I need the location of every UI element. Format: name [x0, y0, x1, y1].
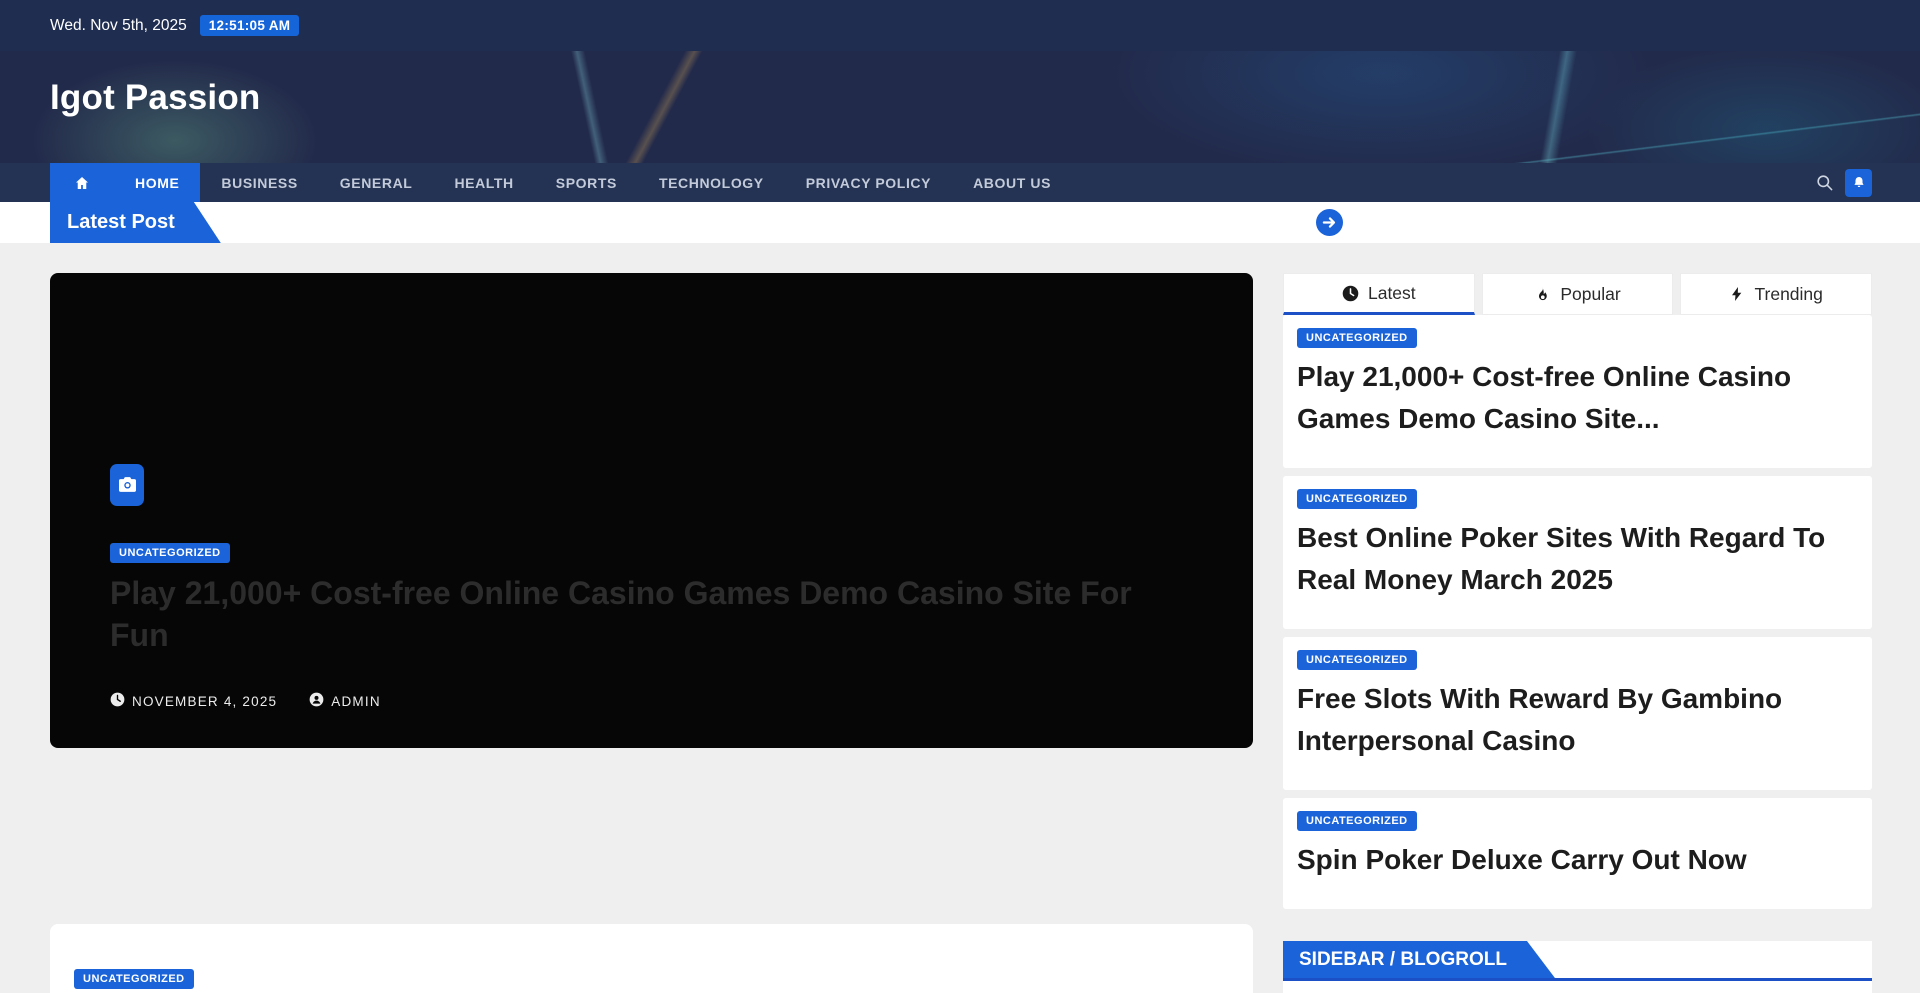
category-badge[interactable]: UNCATEGORIZED	[74, 969, 194, 989]
nav-right-icons	[1815, 163, 1872, 202]
category-badge[interactable]: UNCATEGORIZED	[110, 543, 230, 563]
bolt-icon	[1729, 286, 1745, 302]
search-icon[interactable]	[1815, 173, 1834, 192]
sidebar-post-card: UNCATEGORIZED Spin Poker Deluxe Carry Ou…	[1283, 798, 1872, 909]
main-content: UNCATEGORIZED Play 21,000+ Cost-free Onl…	[0, 243, 1920, 993]
nav-item[interactable]: HOME	[114, 163, 200, 202]
sidebar-post-title[interactable]: Best Online Poker Sites With Regard To R…	[1297, 517, 1858, 601]
sidebar-post-card: UNCATEGORIZED Play 21,000+ Cost-free Onl…	[1283, 315, 1872, 468]
category-badge[interactable]: UNCATEGORIZED	[1297, 328, 1417, 348]
sidebar-post-title[interactable]: Free Slots With Reward By Gambino Interp…	[1297, 678, 1858, 762]
featured-post-content: UNCATEGORIZED Play 21,000+ Cost-free Onl…	[110, 464, 1193, 710]
featured-post-meta: NOVEMBER 4, 2025 ADMIN	[110, 692, 1193, 710]
sidebar-post-card: UNCATEGORIZED Best Online Poker Sites Wi…	[1283, 476, 1872, 629]
header-banner: Igot Passion	[0, 51, 1920, 163]
category-badge[interactable]: UNCATEGORIZED	[1297, 811, 1417, 831]
category-badge[interactable]: UNCATEGORIZED	[1297, 650, 1417, 670]
featured-post-title[interactable]: Play 21,000+ Cost-free Online Casino Gam…	[110, 572, 1190, 656]
flame-icon	[1534, 286, 1551, 303]
tab-trending[interactable]: Trending	[1680, 273, 1872, 315]
clock-icon	[1342, 285, 1359, 302]
camera-icon	[110, 464, 144, 506]
bell-icon[interactable]	[1845, 169, 1872, 197]
arrow-right-icon[interactable]	[1316, 209, 1343, 236]
blogroll-widget: SIDEBAR / BLOGROLL	[1283, 941, 1872, 993]
latest-post-ticker: Latest Post	[0, 202, 1920, 243]
current-date: Wed. Nov 5th, 2025	[50, 17, 187, 35]
page: Wed. Nov 5th, 2025 12:51:05 AM Igot Pass…	[0, 0, 1920, 993]
nav-item[interactable]: GENERAL	[319, 163, 434, 202]
sidebar-tabs: Latest Popular Trending	[1283, 273, 1872, 315]
nav-item[interactable]: SPORTS	[535, 163, 638, 202]
person-icon	[309, 692, 324, 710]
nav-item[interactable]: HEALTH	[433, 163, 534, 202]
home-icon	[74, 175, 90, 191]
current-time-badge: 12:51:05 AM	[200, 15, 300, 36]
nav-item[interactable]: ABOUT US	[952, 163, 1072, 202]
topbar: Wed. Nov 5th, 2025 12:51:05 AM	[0, 0, 1920, 51]
nav-item[interactable]: PRIVACY POLICY	[785, 163, 952, 202]
featured-post-card: UNCATEGORIZED Play 21,000+ Cost-free Onl…	[50, 273, 1253, 748]
sidebar-post-title[interactable]: Play 21,000+ Cost-free Online Casino Gam…	[1297, 356, 1858, 440]
sidebar-post-card: UNCATEGORIZED Free Slots With Reward By …	[1283, 637, 1872, 790]
widget-header: SIDEBAR / BLOGROLL	[1283, 941, 1872, 981]
next-post-card: UNCATEGORIZED	[50, 924, 1253, 993]
main-nav: HOME BUSINESS GENERAL HEALTH SPORTS TECH…	[0, 163, 1920, 202]
latest-post-ribbon: Latest Post	[50, 202, 221, 243]
nav-item[interactable]: BUSINESS	[200, 163, 318, 202]
nav-item[interactable]: TECHNOLOGY	[638, 163, 785, 202]
post-date: NOVEMBER 4, 2025	[110, 692, 277, 710]
tab-latest[interactable]: Latest	[1283, 273, 1475, 315]
widget-title-ribbon: SIDEBAR / BLOGROLL	[1283, 941, 1555, 978]
category-badge[interactable]: UNCATEGORIZED	[1297, 489, 1417, 509]
sidebar: Latest Popular Trending UNCATEG	[1283, 273, 1872, 993]
home-icon-link[interactable]	[50, 163, 114, 202]
sidebar-post-title[interactable]: Spin Poker Deluxe Carry Out Now	[1297, 839, 1858, 881]
post-author[interactable]: ADMIN	[309, 692, 381, 710]
clock-icon	[110, 692, 125, 710]
primary-column: UNCATEGORIZED Play 21,000+ Cost-free Onl…	[50, 273, 1253, 993]
site-title[interactable]: Igot Passion	[50, 78, 261, 118]
tab-popular[interactable]: Popular	[1482, 273, 1674, 315]
